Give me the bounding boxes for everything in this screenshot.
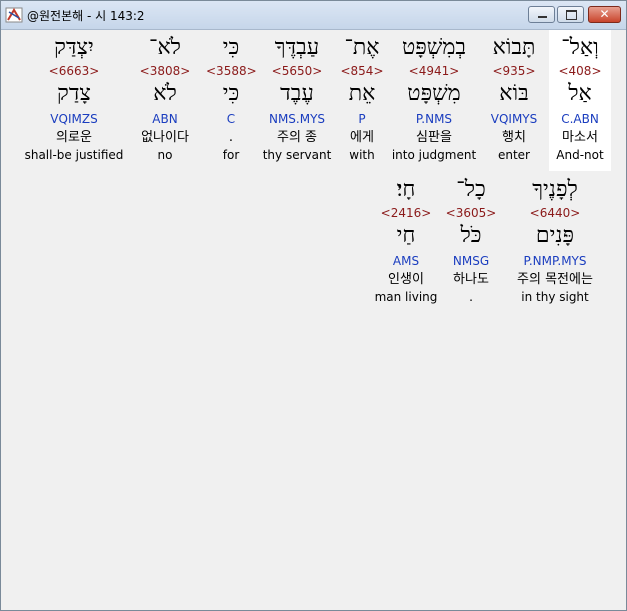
korean-gloss: 마소서 [562,130,598,145]
morphology-code: VQIMZS [50,112,98,126]
english-gloss: . [469,290,473,304]
strong-number: <6663> [48,64,100,78]
strong-number: <408> [558,64,602,78]
english-gloss: thy servant [262,148,332,162]
strong-number: <3605> [445,206,497,220]
word-block[interactable]: וְאַל־ <408> אַל C.ABN 마소서 And-not [549,30,611,171]
morphology-code: P [358,112,366,126]
hebrew-root: כִּי [222,81,240,106]
hebrew-root: אַל [568,81,592,106]
korean-gloss: 주의 종 [276,130,317,145]
hebrew-word: כִּי [222,35,240,60]
close-button[interactable]: ✕ [588,6,621,23]
strong-number: <3808> [139,64,191,78]
hebrew-root: מִשְׁפָּט [407,81,461,106]
morphology-code: P.NMP.MYS [523,254,587,268]
morphology-code: NMSG [452,254,490,268]
hebrew-word: יִצְדַּק [54,35,94,60]
strong-number: <6440> [529,206,581,220]
korean-gloss: 주의 목전에는 [517,272,593,287]
window-title: @원전본해 - 시 143:2 [27,9,145,23]
english-gloss: man living [374,290,438,304]
bible-app-icon [5,7,23,23]
hebrew-root: צָדַק [57,81,91,106]
korean-gloss: 에게 [350,130,374,145]
hebrew-root: עֶבֶד [280,81,314,106]
interlinear-view: וְאַל־ <408> אַל C.ABN 마소서 And-not תָּבו… [2,30,625,609]
strong-number: <5650> [271,64,323,78]
hebrew-word: עַבְדֶּךָ [274,35,320,60]
korean-gloss: 인생이 [388,272,424,287]
morphology-code: P.NMS [415,112,453,126]
korean-gloss: 없나이다 [141,130,189,145]
maximize-icon [566,10,577,20]
english-gloss: with [349,148,375,162]
hebrew-word: לְפָנֶיךָ [532,177,578,202]
morphology-code: C [226,112,236,126]
strong-number: <854> [340,64,384,78]
hebrew-root: אֵת [348,81,376,106]
app-window: @원전본해 - 시 143:2 ✕ וְאַל־ <408> אַל C.ABN… [0,0,627,611]
strong-number: <2416> [380,206,432,220]
korean-gloss: 행치 [502,130,526,145]
korean-gloss: 하나도 [453,272,489,287]
minimize-button[interactable] [528,6,555,23]
english-gloss: in thy sight [521,290,589,304]
title-bar[interactable]: @원전본해 - 시 143:2 ✕ [1,1,626,30]
english-gloss: no [157,148,173,162]
english-gloss: enter [497,148,530,162]
morphology-code: C.ABN [561,112,599,126]
korean-gloss: 심판을 [416,130,452,145]
morphology-code: NMS.MYS [268,112,326,126]
hebrew-word: חָי׃ [396,177,416,202]
hebrew-word: כָל־ [456,177,486,202]
english-gloss: And-not [556,148,604,162]
english-gloss: shall-be justified [24,148,124,162]
hebrew-word: אֶת־ [344,35,380,60]
hebrew-root: חַי [396,223,416,248]
hebrew-root: פָּנִים [535,223,575,248]
hebrew-word: בְמִשְׁפָּט [401,35,467,60]
hebrew-word: לֹא־ [149,35,181,60]
hebrew-word: תָּבוֹא [492,35,536,60]
korean-gloss: 의로운 [56,130,92,145]
maximize-button[interactable] [557,6,584,23]
hebrew-root: לֹא [153,81,177,106]
close-icon: ✕ [599,7,610,21]
hebrew-root: כֹּל [460,223,482,248]
hebrew-word: וְאַל־ [561,35,599,60]
morphology-code: ABN [152,112,178,126]
korean-gloss: . [228,130,234,145]
english-gloss: for [222,148,240,162]
english-gloss: into judgment [391,148,477,162]
strong-number: <4941> [408,64,460,78]
morphology-code: VQIMYS [490,112,538,126]
strong-number: <3588> [206,64,257,78]
morphology-code: AMS [392,254,420,268]
strong-number: <935> [492,64,536,78]
hebrew-root: בּוֹא [499,81,529,106]
minimize-icon [538,16,547,18]
